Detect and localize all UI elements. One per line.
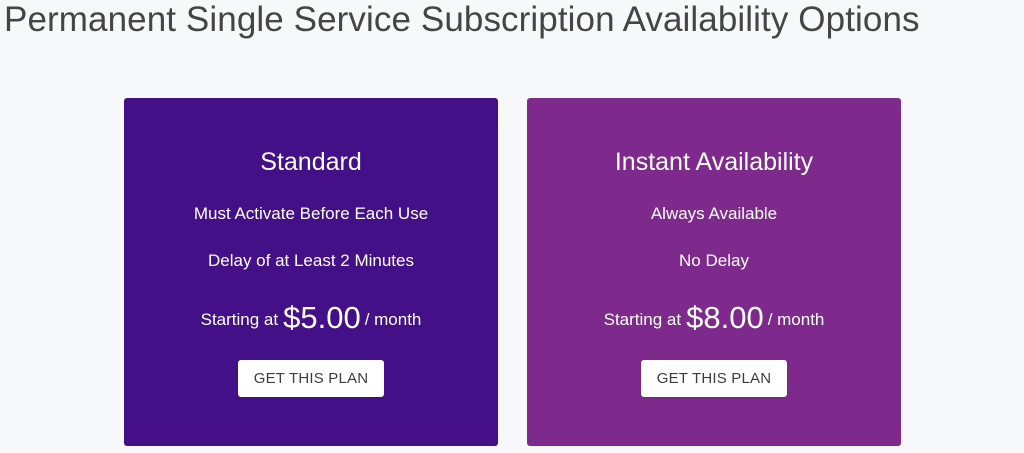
plan-price: Starting at $5.00/ month [124, 298, 498, 340]
plan-feature: Always Available [650, 204, 778, 223]
plan-feature: Must Activate Before Each Use [193, 204, 429, 223]
page-title: Permanent Single Service Subscription Av… [4, 0, 920, 39]
get-instant-availability-plan-button[interactable]: GET THIS PLAN [641, 360, 787, 397]
price-suffix: / month [364, 310, 422, 329]
plan-feature: Delay of at Least 2 Minutes [207, 251, 414, 270]
price-amount: $5.00 [283, 300, 361, 335]
price-prefix: Starting at [603, 310, 682, 329]
plan-price: Starting at $8.00/ month [527, 298, 901, 340]
price-suffix: / month [767, 310, 825, 329]
plan-name: Instant Availability [614, 148, 814, 176]
get-standard-plan-button[interactable]: GET THIS PLAN [238, 360, 384, 397]
plan-card-instant-availability: Instant Availability Always Available No… [527, 98, 901, 446]
plan-feature: No Delay [679, 251, 749, 270]
price-amount: $8.00 [686, 300, 764, 335]
plan-name: Standard [260, 148, 362, 176]
price-prefix: Starting at [200, 310, 279, 329]
plan-card-standard: Standard Must Activate Before Each Use D… [124, 98, 498, 446]
